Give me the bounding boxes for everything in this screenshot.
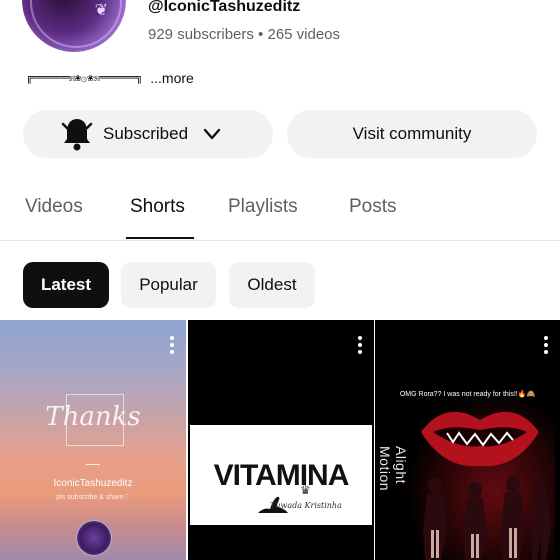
short-thumbnail[interactable]: Thanks IconicTashuzeditz pls subscribe &…: [0, 320, 186, 560]
channel-tabs: Videos Shorts Playlists Posts: [0, 192, 560, 241]
chevron-down-icon: [203, 128, 221, 140]
subscribed-button[interactable]: Subscribed: [23, 110, 273, 158]
more-options-icon[interactable]: [358, 336, 362, 357]
more-options-icon[interactable]: [544, 336, 548, 357]
thumbnail-subtext: pls subscribe & share♡: [56, 494, 130, 501]
thumbnail-avatar: [76, 520, 112, 556]
thumbnail-caption: OMG Rora?? I was not ready for this!!🔥🙈: [399, 391, 536, 398]
filter-latest-chip[interactable]: Latest: [23, 262, 109, 308]
visit-community-button[interactable]: Visit community: [287, 110, 537, 158]
tab-videos[interactable]: Videos: [25, 196, 83, 218]
thumbnail-title: VITAMINA: [213, 459, 350, 492]
filter-oldest-chip[interactable]: Oldest: [229, 262, 315, 308]
lips-graphic: [421, 411, 539, 467]
crown-icon: ♛: [300, 483, 311, 497]
tab-playlists[interactable]: Playlists: [228, 196, 298, 218]
bell-icon: [61, 119, 93, 151]
channel-stats: 929 subscribers • 265 videos: [148, 26, 341, 43]
dancers-graphic: [423, 476, 551, 560]
thumbnail-channel-name: IconicTashuzeditz: [53, 478, 133, 489]
thumbnail-divider: [86, 464, 100, 465]
description-art: ╔══════೫❀۞❀೫══════╗: [26, 71, 143, 84]
channel-avatar[interactable]: ❦: [22, 0, 126, 52]
avatar-ring: [30, 0, 122, 48]
channel-description[interactable]: ╔══════೫❀۞❀೫══════╗ ...more: [26, 70, 194, 86]
filter-popular-chip[interactable]: Popular: [121, 262, 216, 308]
thumbnail-signature: Tuwada Kristinha: [270, 501, 342, 510]
tab-posts[interactable]: Posts: [349, 196, 397, 218]
channel-handle: @IconicTashuzeditz: [148, 0, 301, 15]
butterfly-icon: ❦: [94, 2, 108, 19]
short-thumbnail[interactable]: OMG Rora?? I was not ready for this!!🔥🙈 …: [375, 320, 560, 560]
short-thumbnail[interactable]: VITAMINA ♛ Tuwada Kristinha: [188, 320, 374, 560]
more-link[interactable]: ...more: [150, 70, 194, 86]
tab-shorts[interactable]: Shorts: [130, 196, 185, 218]
thumbnail-card: VITAMINA ♛ Tuwada Kristinha: [190, 425, 372, 525]
active-tab-indicator: [126, 237, 194, 239]
thumbnail-title: Thanks: [45, 402, 141, 432]
more-options-icon[interactable]: [170, 336, 174, 357]
subscribed-label: Subscribed: [103, 124, 189, 143]
